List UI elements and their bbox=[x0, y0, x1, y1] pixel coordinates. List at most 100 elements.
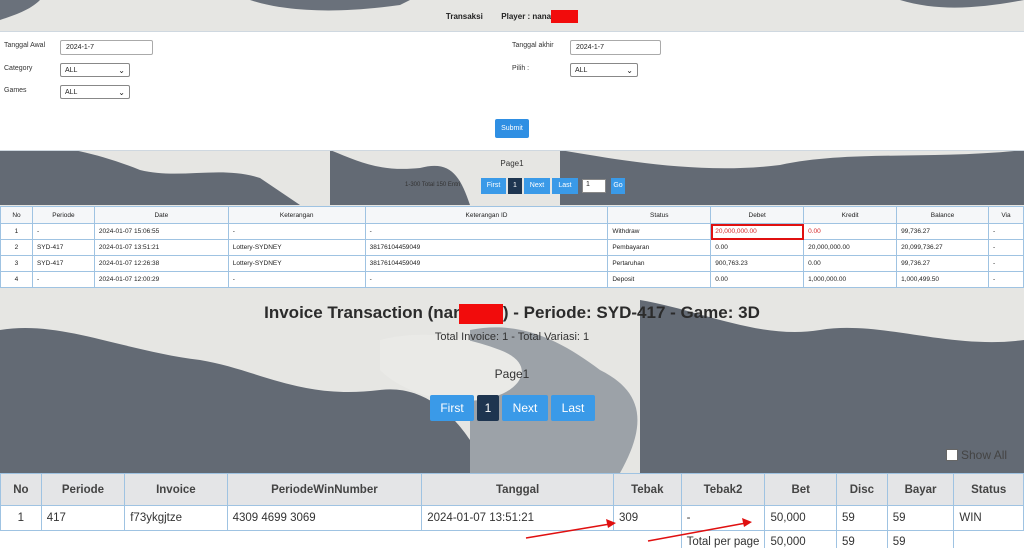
entries-info: 1-300 Total 150 Entri bbox=[405, 182, 461, 188]
invoice-title: Invoice Transaction (nana ) - Periode: SY… bbox=[0, 303, 1024, 324]
cell-keterangan: Lottery-SYDNEY bbox=[227, 255, 366, 272]
pilih-select-value: ALL bbox=[575, 67, 588, 74]
table-header-row: No Periode Date Keterangan Keterangan ID… bbox=[0, 206, 1024, 224]
invoice-title-suffix: ) - Periode: SYD-417 - Game: 3D bbox=[502, 303, 760, 322]
cell-via: - bbox=[987, 239, 1024, 256]
cell-no: 1 bbox=[0, 505, 42, 531]
total-per-page-label: Total per page bbox=[680, 530, 766, 548]
last-page-button[interactable]: Last bbox=[551, 395, 595, 421]
cell-status: Withdraw bbox=[607, 223, 712, 240]
column-header: Debet bbox=[710, 206, 805, 224]
chevron-down-icon: ⌄ bbox=[118, 66, 125, 75]
table-row: 1 417 f73ykgjtze 4309 4699 3069 2024-01-… bbox=[0, 505, 1024, 531]
cell-keterangan: Lottery-SYDNEY bbox=[227, 239, 366, 256]
cell-keterangan-id: 38176104459049 bbox=[364, 239, 609, 256]
tanggal-awal-input[interactable]: 2024-1-7 bbox=[60, 40, 153, 55]
cell-kredit: 1,000,000.00 bbox=[803, 271, 898, 288]
cell-invoice: f73ykgjtze bbox=[124, 505, 228, 531]
column-header: Tanggal bbox=[421, 473, 614, 506]
tanggal-akhir-label: Tanggal akhir bbox=[512, 42, 554, 49]
cell-kredit: 0.00 bbox=[803, 223, 898, 240]
cell-bayar: 59 bbox=[886, 505, 955, 531]
cell-debet: 900,763.23 bbox=[710, 255, 805, 272]
column-header: Date bbox=[93, 206, 229, 224]
cell-via: - bbox=[987, 223, 1024, 240]
transactions-table: No Periode Date Keterangan Keterangan ID… bbox=[0, 206, 1024, 288]
page-number-input[interactable]: 1 bbox=[582, 179, 606, 193]
table-row: 3 SYD-417 2024-01-07 12:26:38 Lottery-SY… bbox=[0, 255, 1024, 272]
category-label: Category bbox=[4, 65, 33, 72]
cell-date: 2024-01-07 13:51:21 bbox=[93, 239, 229, 256]
total-bet: 50,000 bbox=[764, 530, 838, 548]
cell-tebak: 309 bbox=[612, 505, 682, 531]
cell-keterangan-id: 38176104459049 bbox=[364, 255, 609, 272]
column-header: Status bbox=[607, 206, 712, 224]
first-page-button[interactable]: First bbox=[481, 178, 506, 194]
go-button[interactable]: Go bbox=[611, 178, 625, 194]
next-page-button[interactable]: Next bbox=[524, 178, 550, 194]
cell-keterangan: - bbox=[227, 223, 366, 240]
current-page-button[interactable]: 1 bbox=[508, 178, 522, 194]
cell-periode: - bbox=[31, 271, 95, 288]
table-row: 2 SYD-417 2024-01-07 13:51:21 Lottery-SY… bbox=[0, 239, 1024, 256]
column-header: Kredit bbox=[803, 206, 898, 224]
first-page-button[interactable]: First bbox=[430, 395, 474, 421]
cell-keterangan: - bbox=[227, 271, 366, 288]
invoice-table: No Periode Invoice PeriodeWinNumber Tang… bbox=[0, 473, 1024, 548]
cell-no: 2 bbox=[0, 239, 33, 256]
column-header: Balance bbox=[896, 206, 989, 224]
cell-no: 1 bbox=[0, 223, 33, 240]
cell-balance: 1,000,499.50 bbox=[896, 271, 989, 288]
last-page-button[interactable]: Last bbox=[552, 178, 578, 194]
column-header: PeriodeWinNumber bbox=[226, 473, 423, 506]
cell-bet: 50,000 bbox=[764, 505, 838, 531]
table-row: 1 - 2024-01-07 15:06:55 - - Withdraw 20,… bbox=[0, 223, 1024, 240]
cell-status: Deposit bbox=[607, 271, 712, 288]
column-header: Via bbox=[987, 206, 1024, 224]
player-label: Player : nana bbox=[501, 12, 552, 21]
column-header: Periode bbox=[31, 206, 95, 224]
show-all-checkbox[interactable] bbox=[946, 448, 958, 461]
cell-keterangan-id: - bbox=[364, 223, 609, 240]
column-header: Tebak bbox=[612, 473, 682, 506]
current-page-button[interactable]: 1 bbox=[477, 395, 499, 421]
column-header: No bbox=[0, 206, 33, 224]
cell-balance: 99,736.27 bbox=[896, 255, 989, 272]
redaction-box bbox=[458, 303, 503, 324]
total-disc: 59 bbox=[836, 530, 888, 548]
category-select-value: ALL bbox=[65, 67, 78, 74]
column-header: Keterangan bbox=[227, 206, 366, 224]
category-select[interactable]: ALL ⌄ bbox=[60, 63, 130, 77]
total-bayar: 59 bbox=[886, 530, 955, 548]
column-header: Bayar bbox=[886, 473, 955, 506]
next-page-button[interactable]: Next bbox=[502, 395, 548, 421]
show-all-label: Show All bbox=[961, 447, 1008, 462]
column-header: Bet bbox=[764, 473, 838, 506]
invoice-subtitle: Total Invoice: 1 - Total Variasi: 1 bbox=[434, 331, 590, 343]
cell-status: WIN bbox=[953, 505, 1024, 531]
cell-kredit: 20,000,000.00 bbox=[803, 239, 898, 256]
table-footer-row: Total per page 50,000 59 59 bbox=[1, 530, 1024, 548]
page-title: Transaksi bbox=[445, 12, 483, 21]
tanggal-akhir-input[interactable]: 2024-1-7 bbox=[570, 40, 661, 55]
cell-no: 3 bbox=[0, 255, 33, 272]
pagination-large: First 1 Next Last bbox=[0, 395, 1024, 421]
pilih-select[interactable]: ALL ⌄ bbox=[570, 63, 638, 77]
games-select[interactable]: ALL ⌄ bbox=[60, 85, 130, 99]
cell-no: 4 bbox=[0, 271, 33, 288]
column-header: Keterangan ID bbox=[364, 206, 609, 224]
cell-periode: 417 bbox=[40, 505, 126, 531]
page-header: Transaksi Player : nana bbox=[0, 10, 1024, 26]
column-header: Periode bbox=[40, 473, 126, 506]
cell-debet: 0.00 bbox=[710, 239, 805, 256]
invoice-title-prefix: Invoice Transaction (nana bbox=[264, 303, 473, 322]
table-row: 4 - 2024-01-07 12:00:29 - - Deposit 0.00… bbox=[0, 271, 1024, 288]
cell-balance: 20,099,736.27 bbox=[896, 239, 989, 256]
submit-button[interactable]: Submit bbox=[495, 119, 529, 138]
games-select-value: ALL bbox=[65, 89, 78, 96]
cell-kredit: 0.00 bbox=[803, 255, 898, 272]
cell-keterangan-id: - bbox=[364, 271, 609, 288]
cell-tanggal: 2024-01-07 13:51:21 bbox=[421, 505, 614, 531]
cell-date: 2024-01-07 12:00:29 bbox=[93, 271, 229, 288]
show-all-toggle[interactable]: Show All bbox=[946, 447, 1007, 463]
